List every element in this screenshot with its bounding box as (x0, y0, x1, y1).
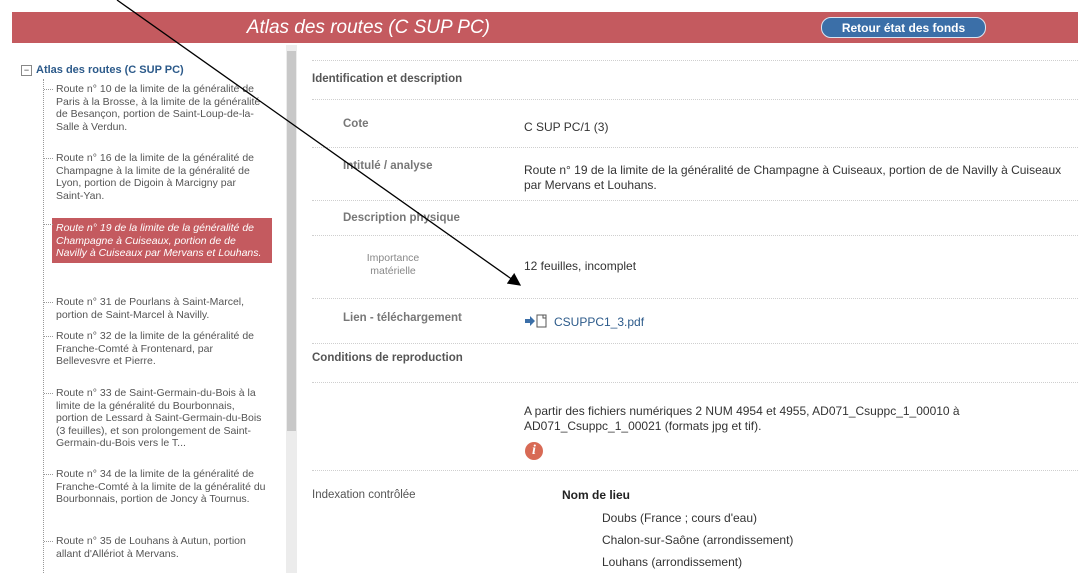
annotation-arrow (116, 0, 522, 286)
